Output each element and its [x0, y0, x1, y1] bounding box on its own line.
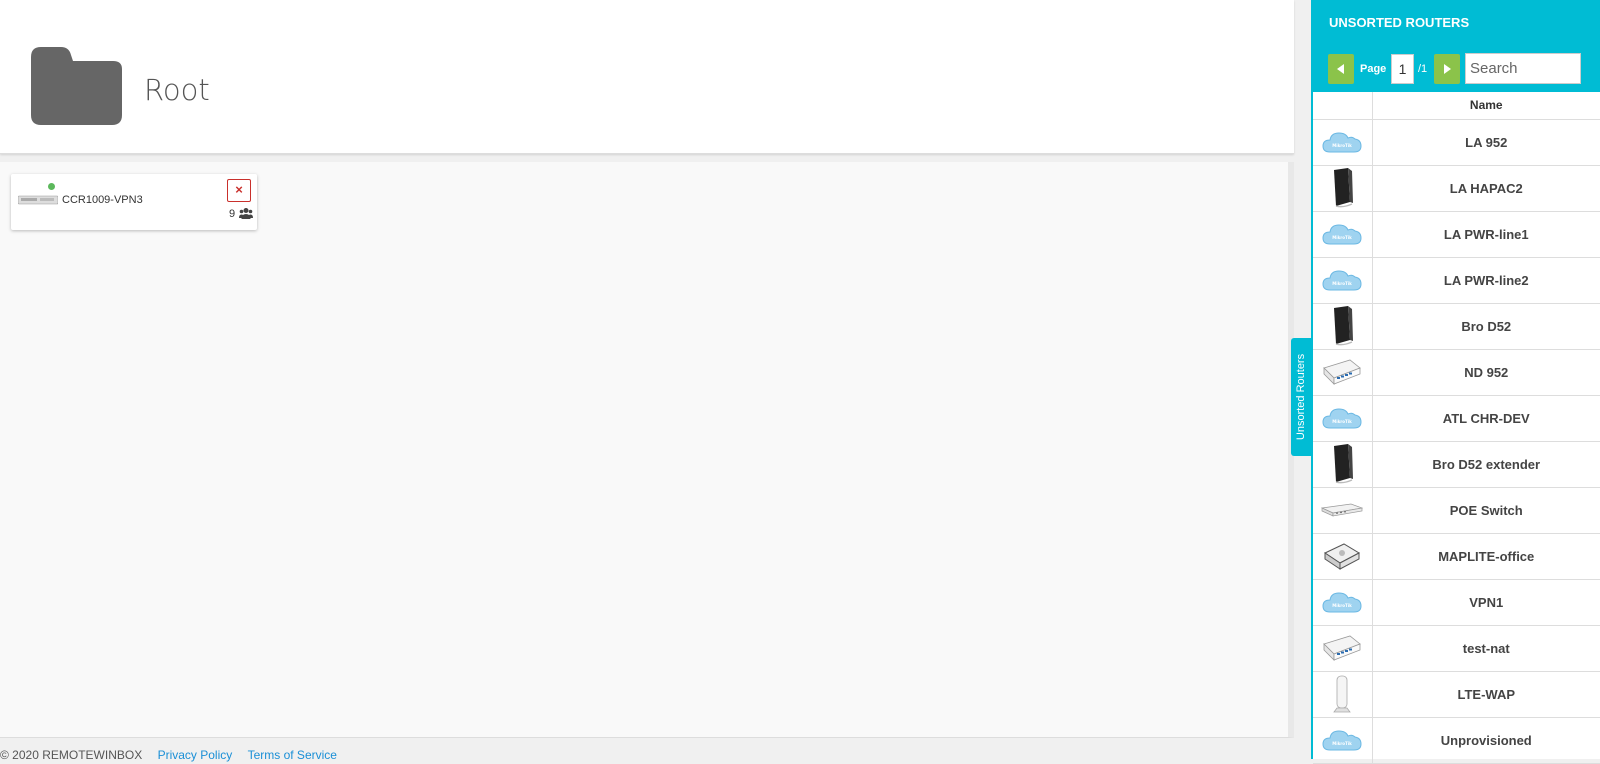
router-name-cell[interactable]: POE Switch: [1372, 487, 1600, 534]
router-image-cell: [1313, 625, 1373, 672]
cloud-icon: MikroTik: [1322, 270, 1362, 291]
svg-text:MikroTik: MikroTik: [1333, 603, 1353, 608]
router-row[interactable]: MikroTik VPN1: [1313, 579, 1600, 626]
router-name-cell[interactable]: LA 952: [1372, 119, 1600, 166]
router-name-cell[interactable]: test-nat: [1372, 625, 1600, 672]
svg-text:MikroTik: MikroTik: [1333, 281, 1353, 286]
cloud-icon: MikroTik: [1322, 132, 1362, 153]
router-name-cell[interactable]: ATL CHR-DEV: [1372, 395, 1600, 442]
user-count: 9: [229, 208, 236, 220]
privacy-link[interactable]: Privacy Policy: [158, 748, 233, 762]
white-tower-router-icon: [1333, 675, 1352, 713]
page-total: /1: [1418, 63, 1428, 75]
router-name-cell[interactable]: LA HAPAC2: [1372, 165, 1600, 212]
black-tower-router-icon: [1334, 306, 1354, 346]
router-name-cell[interactable]: MAPLITE-office: [1372, 533, 1600, 580]
router-name-cell[interactable]: LA PWR-line1: [1372, 211, 1600, 258]
page-input[interactable]: 1: [1391, 54, 1414, 84]
white-box-router-icon: [1323, 635, 1362, 661]
caret-right-icon: [1444, 64, 1451, 74]
copyright: © 2020 REMOTEWINBOX: [0, 748, 143, 762]
prev-page-button[interactable]: [1328, 54, 1354, 84]
routers-table: Name MikroTik LA 952 LA HAPAC2 MikroTik LA P…: [1313, 92, 1600, 764]
router-name-cell[interactable]: VPN1: [1372, 579, 1600, 626]
cloud-icon: MikroTik: [1322, 730, 1362, 751]
router-row[interactable]: ND 952: [1313, 349, 1600, 396]
white-box-router-icon: [1323, 359, 1362, 385]
image-column-header: [1313, 92, 1373, 120]
terms-link[interactable]: Terms of Service: [248, 748, 337, 762]
router-image-cell: [1313, 441, 1373, 488]
table-header-row: Name: [1313, 92, 1600, 120]
folder-header: Root: [0, 0, 1294, 154]
router-name-cell[interactable]: Bro D52: [1372, 303, 1600, 350]
router-card[interactable]: CCR1009-VPN3 × 9: [11, 174, 257, 230]
svg-text:MikroTik: MikroTik: [1333, 143, 1353, 148]
router-row[interactable]: MikroTik LA 952: [1313, 119, 1600, 166]
cloud-icon: MikroTik: [1322, 224, 1362, 245]
folder-icon: [31, 47, 122, 125]
footer: © 2020 REMOTEWINBOX Privacy Policy Terms…: [0, 748, 337, 762]
caret-left-icon: [1337, 64, 1344, 74]
router-image-cell: [1313, 165, 1373, 212]
svg-text:MikroTik: MikroTik: [1333, 419, 1353, 424]
next-page-button[interactable]: [1434, 54, 1460, 84]
unsorted-routers-panel: UNSORTED ROUTERS Page 1 /1 Name MikroTik…: [1311, 0, 1600, 764]
router-name-cell[interactable]: LTE-WAP: [1372, 671, 1600, 718]
router-row[interactable]: Bro D52 extender: [1313, 441, 1600, 488]
router-image-cell: [1313, 487, 1373, 534]
folder-title: Root: [144, 73, 210, 107]
black-tower-router-icon: [1334, 444, 1354, 484]
router-image-cell: [1313, 303, 1373, 350]
name-column-header[interactable]: Name: [1372, 92, 1600, 120]
router-row[interactable]: MikroTik LA PWR-line2: [1313, 257, 1600, 304]
router-image-cell: [1313, 671, 1373, 718]
router-name-cell[interactable]: Unprovisioned: [1372, 717, 1600, 764]
router-row[interactable]: Bro D52: [1313, 303, 1600, 350]
router-image-cell: MikroTik: [1313, 211, 1373, 258]
flat-switch-icon: [1321, 503, 1364, 517]
page-label: Page: [1360, 63, 1387, 75]
router-row[interactable]: LTE-WAP: [1313, 671, 1600, 718]
router-row[interactable]: POE Switch: [1313, 487, 1600, 534]
panel-title: UNSORTED ROUTERS: [1329, 15, 1470, 30]
router-image-cell: [1313, 349, 1373, 396]
router-row[interactable]: LA HAPAC2: [1313, 165, 1600, 212]
router-row[interactable]: test-nat: [1313, 625, 1600, 672]
rack-router-icon: [18, 195, 58, 205]
svg-text:MikroTik: MikroTik: [1333, 741, 1353, 746]
router-row[interactable]: MikroTik ATL CHR-DEV: [1313, 395, 1600, 442]
remove-button[interactable]: ×: [227, 179, 251, 202]
router-image-cell: MikroTik: [1313, 119, 1373, 166]
router-canvas: CCR1009-VPN3 × 9: [0, 162, 1294, 738]
black-tower-router-icon: [1334, 168, 1354, 208]
router-row[interactable]: MikroTik LA PWR-line1: [1313, 211, 1600, 258]
router-image-cell: MikroTik: [1313, 395, 1373, 442]
cloud-icon: MikroTik: [1322, 592, 1362, 613]
router-name-cell[interactable]: LA PWR-line2: [1372, 257, 1600, 304]
main-area: Root CCR1009-VPN3 × 9 © 2020 REMOTEWINBO…: [0, 0, 1294, 762]
router-image-cell: MikroTik: [1313, 579, 1373, 626]
cloud-icon: MikroTik: [1322, 408, 1362, 429]
side-tab-label: Unsorted Routers: [1295, 353, 1307, 441]
router-name-cell[interactable]: Bro D52 extender: [1372, 441, 1600, 488]
unsorted-routers-tab[interactable]: Unsorted Routers: [1291, 338, 1311, 456]
search-input[interactable]: [1465, 53, 1581, 84]
users-icon: [239, 208, 253, 219]
svg-text:MikroTik: MikroTik: [1333, 235, 1353, 240]
router-row[interactable]: MAPLITE-office: [1313, 533, 1600, 580]
router-image-cell: MikroTik: [1313, 257, 1373, 304]
router-row[interactable]: MikroTik Unprovisioned: [1313, 717, 1600, 764]
panel-header: UNSORTED ROUTERS Page 1 /1: [1313, 0, 1600, 92]
router-name-cell[interactable]: ND 952: [1372, 349, 1600, 396]
status-dot: [48, 183, 55, 190]
router-name: CCR1009-VPN3: [62, 194, 143, 206]
router-image-cell: [1313, 533, 1373, 580]
maplite-router-icon: [1324, 543, 1361, 570]
router-image-cell: MikroTik: [1313, 717, 1373, 764]
